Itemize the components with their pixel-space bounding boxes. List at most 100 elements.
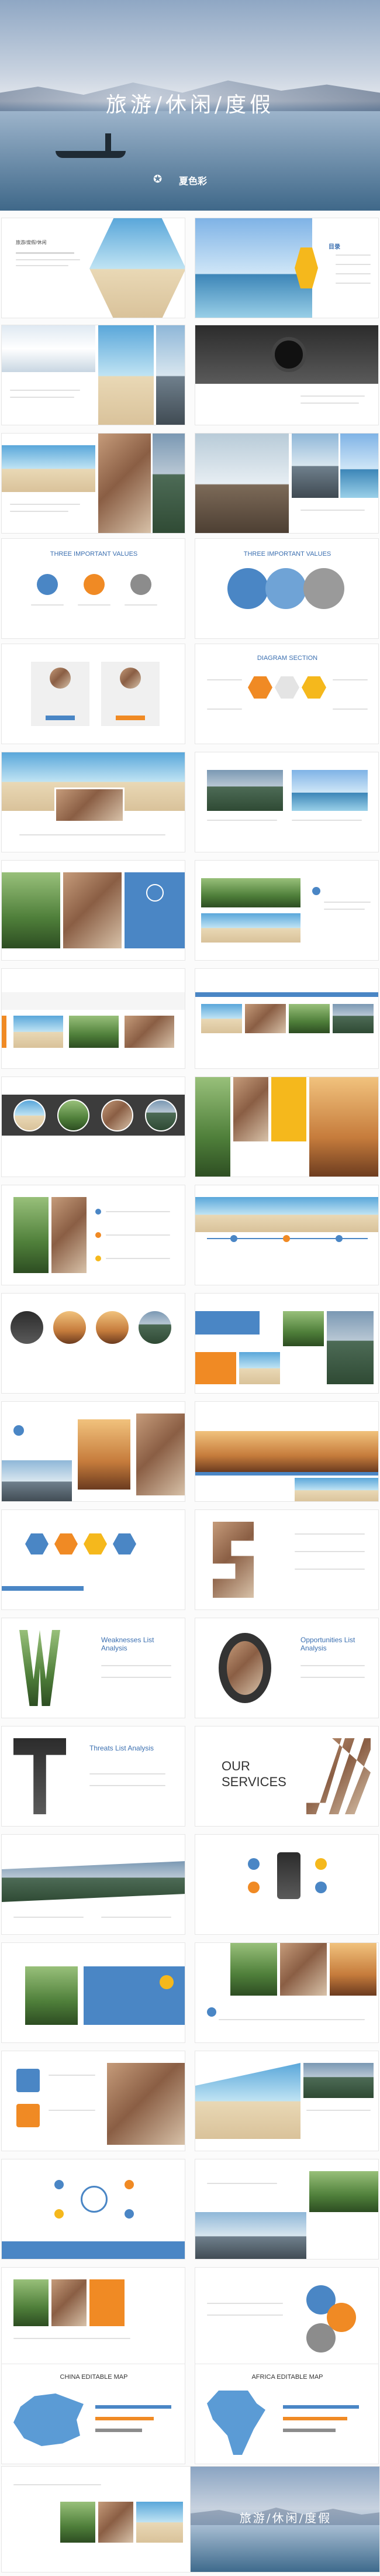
- text-line: [89, 1773, 165, 1774]
- slide-24[interactable]: [1, 1401, 185, 1502]
- orange-panel: [195, 1352, 236, 1384]
- slide-4-photo-b: [98, 325, 154, 425]
- text-line: [207, 709, 242, 710]
- slide-30[interactable]: Threats List Analysis: [1, 1726, 185, 1827]
- slide-33[interactable]: [195, 1834, 379, 1935]
- orange-panel: [89, 2279, 125, 2326]
- slide-18[interactable]: [1, 1077, 185, 1177]
- blue-panel: [195, 1311, 260, 1335]
- slide-12[interactable]: [1, 752, 185, 852]
- end-slide[interactable]: 旅游/休闲/度假: [190, 2466, 380, 2572]
- toc-line: [336, 273, 371, 274]
- slide-39[interactable]: [195, 2159, 379, 2259]
- map-data-bar: [95, 2429, 142, 2432]
- slide-36[interactable]: [1, 2051, 185, 2151]
- bullet-icon: [95, 1232, 101, 1238]
- toc-line: [336, 264, 371, 265]
- cover-title: 旅游/休闲/度假: [105, 93, 275, 117]
- slide-27[interactable]: [195, 1509, 379, 1610]
- slide-21[interactable]: [195, 1185, 379, 1285]
- slide-40[interactable]: [1, 2267, 185, 2368]
- profile-button-1[interactable]: [46, 716, 75, 720]
- slide-7[interactable]: [195, 433, 379, 534]
- slide-13-photo-b: [292, 770, 368, 811]
- slide-32[interactable]: [1, 1834, 185, 1935]
- slide-22[interactable]: [1, 1293, 185, 1394]
- photo: [327, 1311, 374, 1384]
- node-icon: [54, 2209, 64, 2219]
- slide-4[interactable]: [1, 325, 185, 425]
- text-line: [207, 679, 242, 680]
- photo: [230, 1943, 277, 1996]
- value-circle-lightblue: [265, 568, 306, 609]
- slide-29[interactable]: Opportunities List Analysis: [195, 1618, 379, 1718]
- slide-26[interactable]: [1, 1509, 185, 1610]
- slide-20[interactable]: [1, 1185, 185, 1285]
- chart-icon: [160, 1975, 174, 1989]
- slide-37[interactable]: [195, 2051, 379, 2151]
- node-icon: [125, 2209, 134, 2219]
- text-line: [78, 604, 110, 606]
- slide-17[interactable]: [195, 968, 379, 1069]
- slide-41[interactable]: [195, 2267, 379, 2368]
- services-title-2: SERVICES: [222, 1774, 286, 1789]
- slide-3[interactable]: 目录: [195, 218, 379, 318]
- map-data-bar: [283, 2405, 359, 2409]
- china-map-shape: [13, 2393, 84, 2446]
- circle-photo: [96, 1311, 129, 1344]
- text-line: [300, 510, 365, 511]
- slide-35[interactable]: [195, 1942, 379, 2043]
- slide-23[interactable]: [195, 1293, 379, 1394]
- slide-28[interactable]: Weaknesses List Analysis: [1, 1618, 185, 1718]
- diagonal-stripes-photo: [306, 1738, 371, 1814]
- slide-34[interactable]: [1, 1942, 185, 2043]
- text-line: [19, 834, 165, 835]
- slide-11-heading: DIAGRAM SECTION: [257, 655, 318, 662]
- africa-map-shape: [207, 2391, 265, 2455]
- text-line: [333, 679, 368, 680]
- text-line: [106, 1211, 170, 1212]
- text-line: [16, 259, 80, 260]
- slide-42[interactable]: CHINA EDITABLE MAP: [1, 2364, 185, 2464]
- slide-31[interactable]: OUR SERVICES: [195, 1726, 379, 1827]
- slide-15-photo-a: [201, 878, 300, 907]
- timeline-node: [283, 1235, 290, 1242]
- slide-2[interactable]: 旅游/度假/休闲: [1, 218, 185, 318]
- photo: [195, 2212, 306, 2259]
- slide-14[interactable]: [1, 860, 185, 961]
- cover-slide[interactable]: 旅游/休闲/度假 夏色彩 ✪: [0, 0, 380, 211]
- text-line: [295, 1551, 365, 1552]
- blue-strip: [2, 1586, 84, 1591]
- slide-32-banner: [2, 1861, 185, 1902]
- slide-19[interactable]: [195, 1077, 379, 1177]
- slide-5[interactable]: [195, 325, 379, 425]
- slide-15-photo-b: [201, 913, 300, 943]
- feature-icon: [248, 1882, 260, 1893]
- slide-13[interactable]: [195, 752, 379, 852]
- slide-38[interactable]: [1, 2159, 185, 2259]
- slide-44[interactable]: [1, 2466, 191, 2572]
- photo: [136, 2502, 183, 2543]
- slide-8[interactable]: THREE IMPORTANT VALUES: [1, 538, 185, 639]
- slide-7-photo-c: [340, 434, 378, 498]
- bullet-icon: [312, 887, 320, 895]
- text-line: [10, 390, 80, 391]
- letter-O-photo: [219, 1633, 271, 1703]
- slide-11[interactable]: DIAGRAM SECTION: [195, 644, 379, 744]
- slide-9[interactable]: THREE IMPORTANT VALUES: [195, 538, 379, 639]
- slide-16[interactable]: [1, 968, 185, 1069]
- text-line: [13, 2338, 130, 2339]
- slide-6[interactable]: [1, 433, 185, 534]
- slide-15[interactable]: [195, 860, 379, 961]
- photo: [239, 1352, 280, 1384]
- photo: [333, 1004, 374, 1033]
- profile-button-2[interactable]: [116, 716, 145, 720]
- slide-43[interactable]: AFRICA EDITABLE MAP: [195, 2364, 379, 2464]
- text-line: [101, 1677, 171, 1678]
- slide-25[interactable]: [195, 1401, 379, 1502]
- feature-icon: [315, 1858, 327, 1870]
- slide-10[interactable]: [1, 644, 185, 744]
- text-line: [10, 397, 74, 398]
- circle-photo: [53, 1311, 86, 1344]
- photo: [245, 1004, 286, 1033]
